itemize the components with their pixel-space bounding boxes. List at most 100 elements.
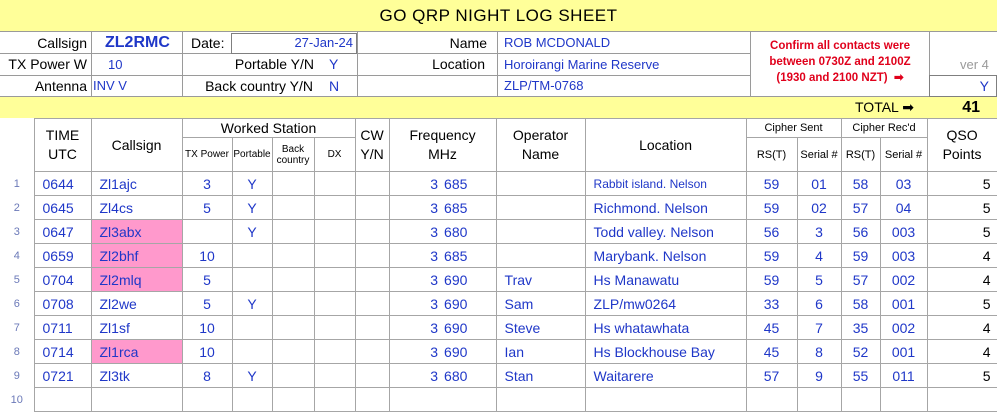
cell-serial-sent[interactable]: 02	[796, 195, 842, 220]
cell-portable[interactable]	[231, 243, 273, 268]
cell-callsign[interactable]: Zl1ajc	[90, 171, 183, 196]
cell-portable[interactable]: Y	[231, 171, 273, 196]
cell-callsign[interactable]: Zl1rca	[90, 339, 183, 364]
cell-serial-recd[interactable]: 002	[879, 315, 928, 340]
cell-txpower[interactable]: 3	[181, 171, 233, 196]
cell-serial-recd[interactable]: 003	[879, 219, 928, 244]
cell-backcountry[interactable]	[271, 315, 315, 340]
cell-dx[interactable]	[313, 195, 356, 220]
cell-txpower[interactable]: 10	[181, 339, 233, 364]
cell-location[interactable]: Rabbit island. Nelson	[584, 171, 747, 196]
cell-callsign[interactable]: Zl3abx	[90, 219, 183, 244]
cell-portable[interactable]: Y	[231, 363, 273, 388]
cell-rst-recd[interactable]: 57	[840, 267, 881, 292]
cell-serial-recd[interactable]: 003	[879, 243, 928, 268]
cell-time[interactable]: 0711	[33, 315, 92, 340]
cell-backcountry[interactable]	[271, 171, 315, 196]
cell-cw[interactable]	[354, 363, 390, 388]
cell-txpower[interactable]: 5	[181, 195, 233, 220]
cell-serial-recd[interactable]: 011	[879, 363, 928, 388]
cell-location[interactable]: Marybank. Nelson	[584, 243, 747, 268]
cell-portable[interactable]	[231, 267, 273, 292]
callsign-value[interactable]: ZL2RMC	[105, 32, 170, 53]
cell-freq-mhz[interactable]: 3	[388, 171, 445, 196]
cell-operator[interactable]: Stan	[495, 363, 586, 388]
cell-rst-sent[interactable]: 45	[745, 315, 798, 340]
cell-serial-sent[interactable]: 6	[796, 291, 842, 316]
cell-serial-recd[interactable]: 001	[879, 339, 928, 364]
cell-serial-recd[interactable]: 002	[879, 267, 928, 292]
cell-txpower[interactable]: 5	[181, 267, 233, 292]
cell-freq-mhz[interactable]: 3	[388, 291, 445, 316]
cell-rst-sent[interactable]: 59	[745, 267, 798, 292]
cell-backcountry[interactable]	[271, 267, 315, 292]
cell-callsign[interactable]: Zl1sf	[90, 315, 183, 340]
cell-serial-recd[interactable]: 03	[879, 171, 928, 196]
cell-rst-sent[interactable]: 59	[745, 171, 798, 196]
cell-location[interactable]: ZLP/mw0264	[584, 291, 747, 316]
portable-value[interactable]: Y	[329, 54, 338, 75]
cell-backcountry[interactable]	[271, 243, 315, 268]
cell-time[interactable]: 0647	[33, 219, 92, 244]
cell-rst-recd[interactable]: 58	[840, 291, 881, 316]
cell-txpower[interactable]: 10	[181, 243, 233, 268]
cell-serial-sent[interactable]: 4	[796, 243, 842, 268]
cell-freq-mhz[interactable]	[388, 387, 445, 412]
cell-serial-sent[interactable]: 01	[796, 171, 842, 196]
cell-freq-khz[interactable]: 680	[444, 363, 497, 388]
cell-freq-mhz[interactable]: 3	[388, 363, 445, 388]
cell-operator[interactable]	[495, 171, 586, 196]
cell-time[interactable]: 0645	[33, 195, 92, 220]
cell-location[interactable]: Hs whatawhata	[584, 315, 747, 340]
cell-serial-recd[interactable]	[879, 387, 928, 412]
cell-txpower[interactable]	[181, 387, 233, 412]
cell-freq-mhz[interactable]: 3	[388, 219, 445, 244]
cell-dx[interactable]	[313, 339, 356, 364]
cell-rst-sent[interactable]	[745, 387, 798, 412]
cell-portable[interactable]	[231, 387, 273, 412]
cell-backcountry[interactable]	[271, 387, 315, 412]
cell-txpower[interactable]: 10	[181, 315, 233, 340]
cell-dx[interactable]	[313, 291, 356, 316]
cell-txpower[interactable]	[181, 219, 233, 244]
cell-callsign[interactable]: Zl2mlq	[90, 267, 183, 292]
cell-backcountry[interactable]	[271, 339, 315, 364]
cell-location[interactable]: Richmond. Nelson	[584, 195, 747, 220]
cell-cw[interactable]	[354, 291, 390, 316]
cell-portable[interactable]: Y	[231, 291, 273, 316]
cell-freq-mhz[interactable]: 3	[388, 195, 445, 220]
backcountry-value[interactable]: N	[329, 76, 339, 96]
cell-freq-khz[interactable]: 685	[444, 195, 497, 220]
cell-callsign[interactable]: Zl4cs	[90, 195, 183, 220]
cell-operator[interactable]	[495, 387, 586, 412]
cell-callsign[interactable]: Zl2bhf	[90, 243, 183, 268]
cell-serial-sent[interactable]: 3	[796, 219, 842, 244]
cell-time[interactable]: 0721	[33, 363, 92, 388]
cell-location[interactable]: Hs Manawatu	[584, 267, 747, 292]
cell-rst-sent[interactable]: 59	[745, 195, 798, 220]
cell-dx[interactable]	[313, 171, 356, 196]
cell-serial-sent[interactable]: 5	[796, 267, 842, 292]
cell-time[interactable]: 0659	[33, 243, 92, 268]
cell-freq-khz[interactable]: 690	[444, 291, 497, 316]
cell-freq-khz[interactable]: 685	[444, 171, 497, 196]
cell-dx[interactable]	[313, 363, 356, 388]
cell-freq-mhz[interactable]: 3	[388, 339, 445, 364]
cell-location[interactable]	[584, 387, 747, 412]
name-value[interactable]: ROB MCDONALD	[504, 33, 610, 53]
cell-portable[interactable]	[231, 339, 273, 364]
cell-freq-khz[interactable]: 685	[444, 243, 497, 268]
cell-backcountry[interactable]	[271, 363, 315, 388]
cell-cw[interactable]	[354, 267, 390, 292]
cell-location[interactable]: Todd valley. Nelson	[584, 219, 747, 244]
cell-time[interactable]	[33, 387, 92, 412]
cell-dx[interactable]	[313, 315, 356, 340]
cell-serial-sent[interactable]: 9	[796, 363, 842, 388]
cell-serial-sent[interactable]	[796, 387, 842, 412]
cell-rst-sent[interactable]: 56	[745, 219, 798, 244]
cell-serial-sent[interactable]: 8	[796, 339, 842, 364]
cell-operator[interactable]	[495, 219, 586, 244]
cell-dx[interactable]	[313, 219, 356, 244]
txpower-value[interactable]: 10	[108, 54, 122, 75]
cell-operator[interactable]: Sam	[495, 291, 586, 316]
